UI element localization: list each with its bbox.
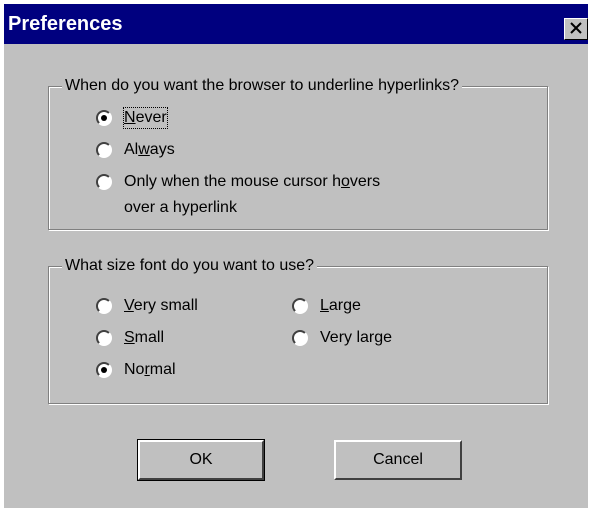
title-bar[interactable]: Preferences (4, 4, 588, 44)
fontsize-group-legend: What size font do you want to use? (62, 256, 318, 276)
radio-button[interactable] (96, 110, 112, 126)
radio-label: Never (123, 107, 168, 129)
radio-selected-dot (101, 367, 107, 373)
radio-label: Very large (320, 329, 393, 346)
radio-label: Only when the mouse cursor hovers (124, 173, 381, 190)
radio-label: Small (124, 329, 165, 346)
preferences-dialog: Preferences When do you want the browser… (0, 0, 592, 508)
underline-groupbox (48, 86, 548, 230)
radio-label: Always (124, 141, 175, 158)
radio-selected-dot (101, 115, 107, 121)
ok-button-label: OK (189, 451, 213, 468)
radio-button[interactable] (292, 298, 308, 314)
underline-group-legend: When do you want the browser to underlin… (62, 76, 462, 96)
ok-button[interactable]: OK (137, 439, 265, 481)
radio-label: Normal (124, 361, 176, 378)
radio-button[interactable] (96, 174, 112, 190)
radio-label: Very small (124, 297, 198, 314)
cancel-button[interactable]: Cancel (334, 440, 462, 480)
radio-label: Large (320, 297, 361, 314)
radio-button[interactable] (292, 330, 308, 346)
radio-button[interactable] (96, 362, 112, 378)
radio-button[interactable] (96, 142, 112, 158)
close-icon (570, 22, 582, 34)
cancel-button-label: Cancel (373, 451, 423, 468)
dialog-body: When do you want the browser to underlin… (4, 44, 588, 508)
radio-button[interactable] (96, 298, 112, 314)
close-button[interactable] (564, 18, 588, 40)
radio-label-line2: over a hyperlink (124, 199, 237, 216)
window-title: Preferences (8, 13, 123, 35)
radio-button[interactable] (96, 330, 112, 346)
